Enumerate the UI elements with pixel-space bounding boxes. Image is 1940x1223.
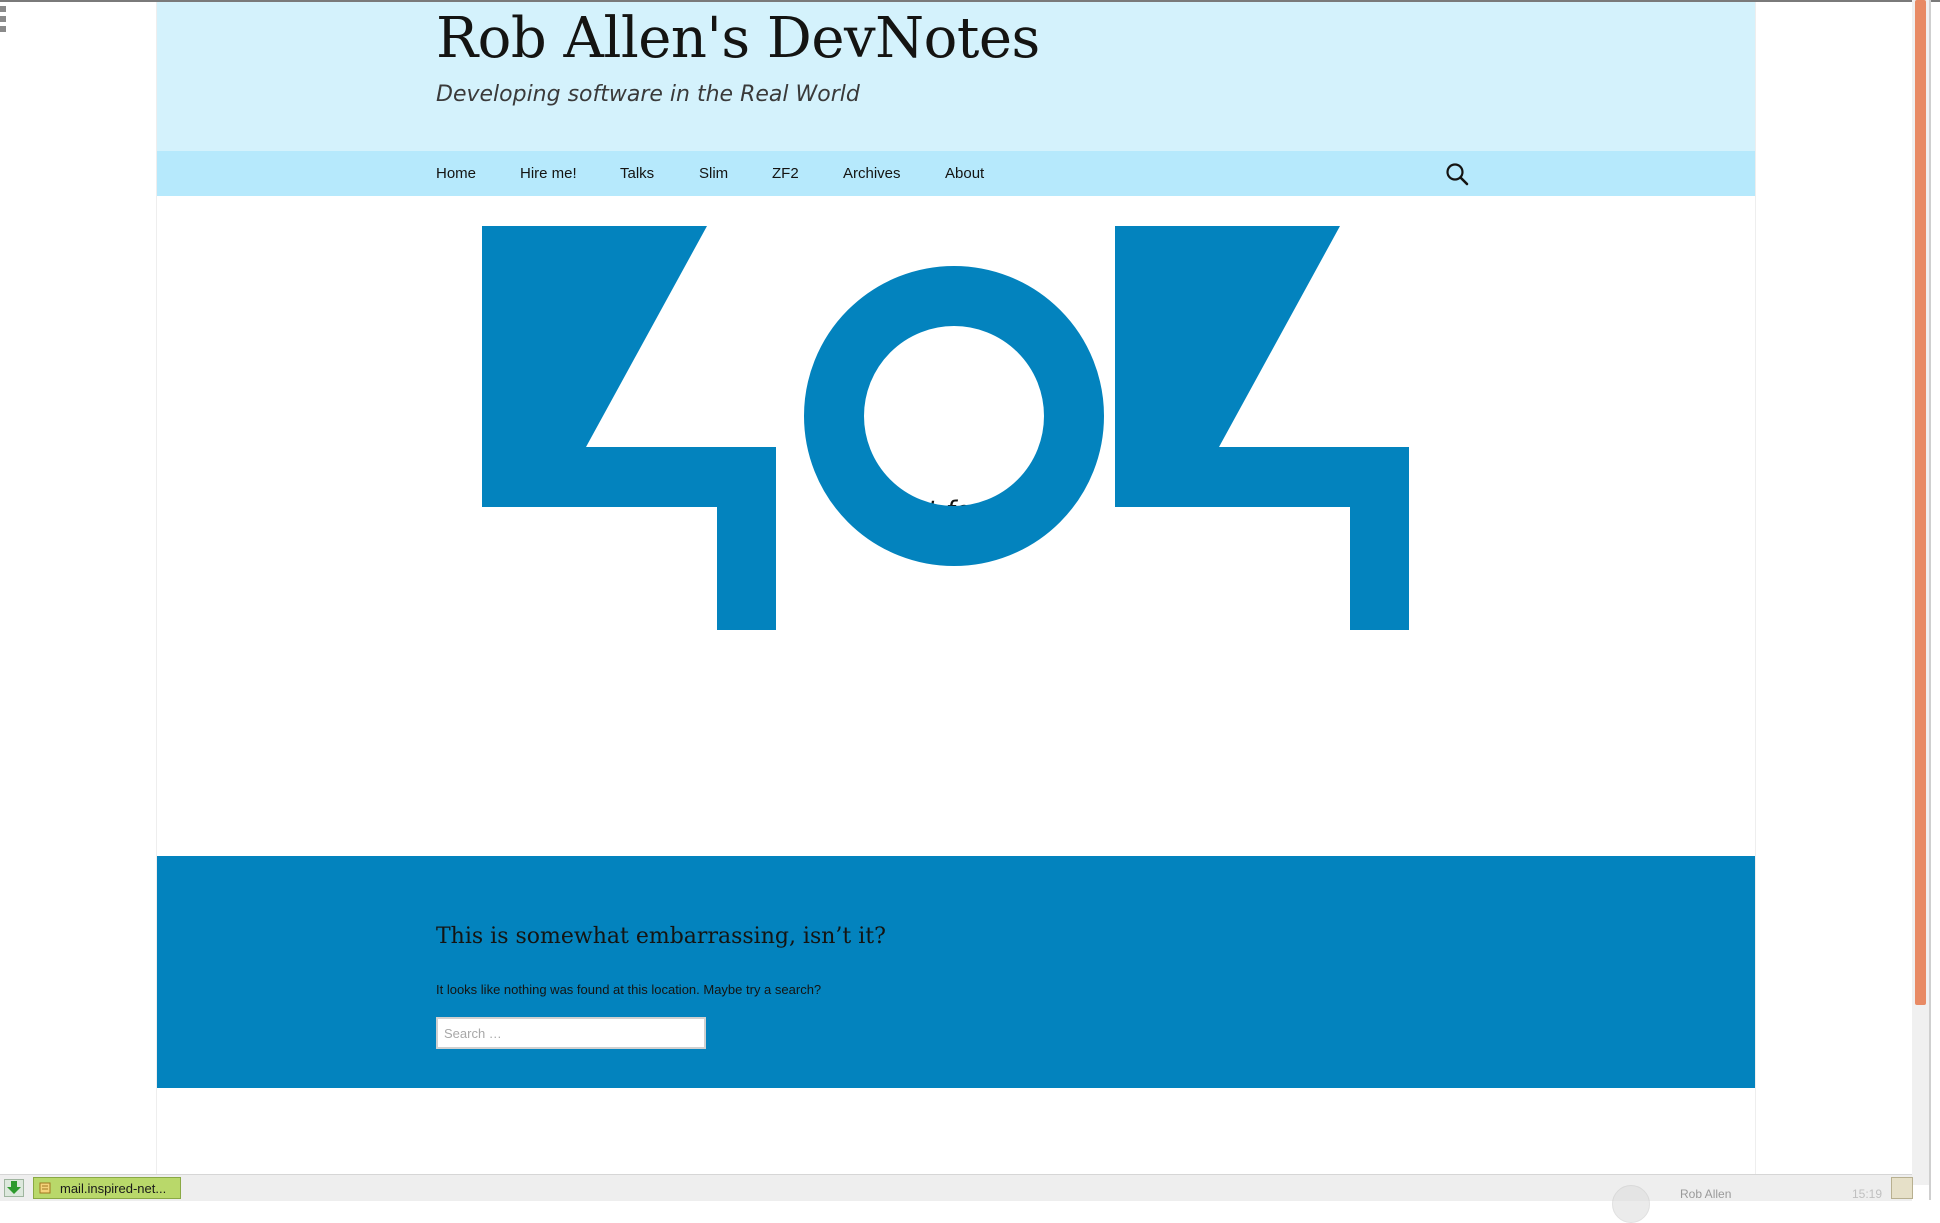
site-tagline: Developing software in the Real World xyxy=(436,82,860,107)
nav-item-about[interactable]: About xyxy=(945,165,984,182)
page: Rob Allen's DevNotes Developing software… xyxy=(156,2,1756,1174)
download-icon[interactable] xyxy=(4,1179,24,1197)
notification-sender: Rob Allen xyxy=(1680,1187,1732,1201)
nav-item-home[interactable]: Home xyxy=(436,165,476,182)
nav-item-hire-me[interactable]: Hire me! xyxy=(520,165,577,182)
scrollbar[interactable] xyxy=(1912,0,1929,1185)
404-graphic xyxy=(482,226,1409,630)
document-icon xyxy=(39,1182,51,1194)
nav-item-archives[interactable]: Archives xyxy=(843,165,901,182)
search-input[interactable] xyxy=(436,1017,706,1049)
search-icon[interactable] xyxy=(1444,161,1470,187)
main-content: Not found xyxy=(157,196,1755,856)
taskbar-item-label: mail.inspired-net... xyxy=(60,1181,167,1196)
notification-preview: Rob Allen 15:19 xyxy=(1600,1175,1910,1223)
window-right-edge xyxy=(1929,0,1931,1200)
corner-grip-icon xyxy=(0,6,6,34)
error-title: This is somewhat embarrassing, isn’t it? xyxy=(436,924,886,949)
nav-item-slim[interactable]: Slim xyxy=(699,165,728,182)
main-navigation: Home Hire me! Talks Slim ZF2 Archives Ab… xyxy=(157,151,1755,196)
error-message: It looks like nothing was found at this … xyxy=(436,982,822,997)
site-header: Rob Allen's DevNotes Developing software… xyxy=(157,2,1755,151)
tray-icon[interactable] xyxy=(1891,1177,1913,1199)
nav-item-zf2[interactable]: ZF2 xyxy=(772,165,799,182)
taskbar: mail.inspired-net... Rob Allen 15:19 xyxy=(0,1174,1913,1223)
scrollbar-thumb[interactable] xyxy=(1915,0,1926,1005)
avatar xyxy=(1612,1185,1650,1223)
error-panel: This is somewhat embarrassing, isn’t it?… xyxy=(157,856,1755,1088)
notification-time: 15:19 xyxy=(1852,1187,1883,1201)
nav-item-talks[interactable]: Talks xyxy=(620,165,654,182)
taskbar-item-mail[interactable]: mail.inspired-net... xyxy=(33,1177,181,1199)
site-title[interactable]: Rob Allen's DevNotes xyxy=(436,6,1040,71)
